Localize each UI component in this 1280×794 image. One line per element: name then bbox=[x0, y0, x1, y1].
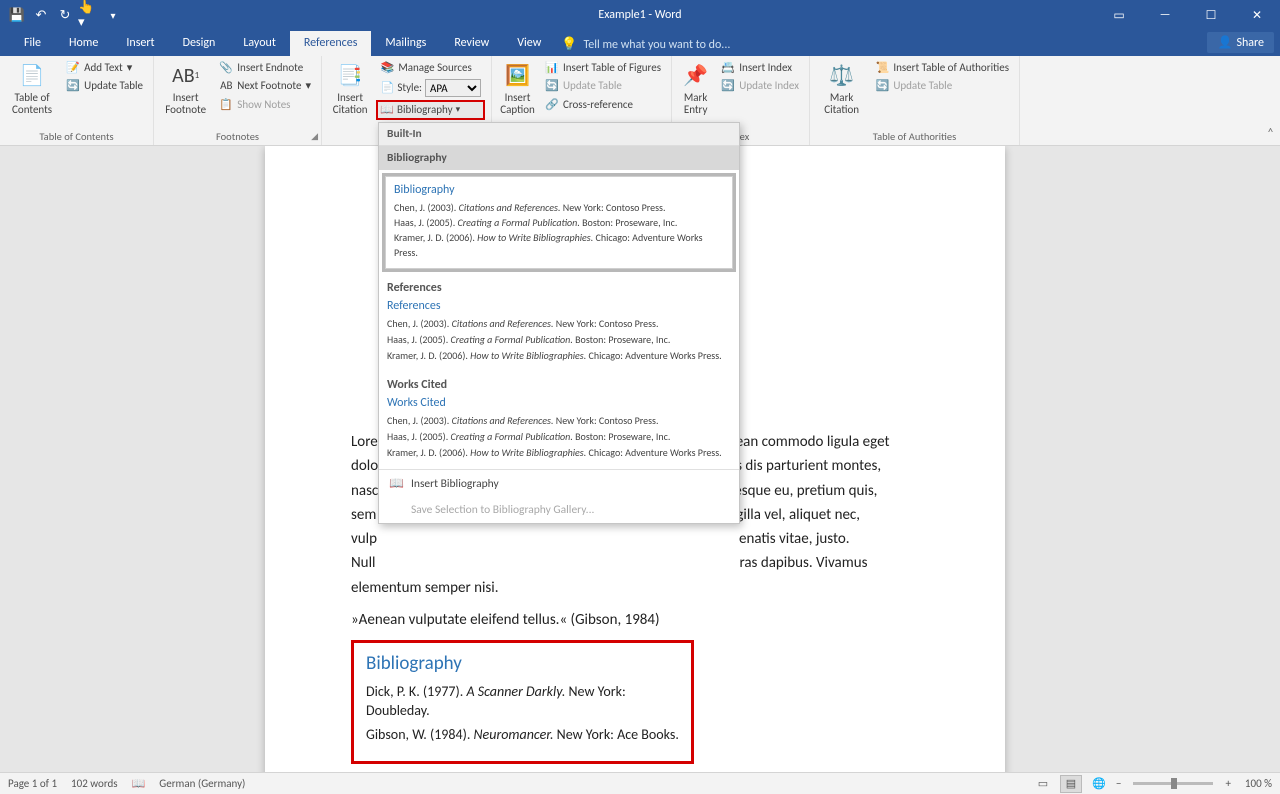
bulb-icon: 💡 bbox=[561, 37, 577, 52]
insert-toa-button[interactable]: 📜Insert Table of Authorities bbox=[871, 60, 1013, 76]
crossref-icon: 🔗 bbox=[545, 98, 559, 112]
ribbon-display-options-icon[interactable]: ▭ bbox=[1096, 0, 1142, 30]
tab-file[interactable]: File bbox=[10, 31, 55, 56]
gallery-footer: 📖 Insert Bibliography Save Selection to … bbox=[379, 469, 739, 523]
zoom-slider[interactable] bbox=[1133, 782, 1213, 785]
mark-entry-icon: 📌 bbox=[682, 62, 710, 90]
mark-citation-icon: ⚖️ bbox=[828, 62, 856, 90]
window-title: Example1 - Word bbox=[598, 8, 681, 22]
insert-bibliography-action[interactable]: 📖 Insert Bibliography bbox=[379, 470, 739, 497]
tab-home[interactable]: Home bbox=[55, 31, 112, 56]
update-tof-icon: 🔄 bbox=[545, 79, 559, 93]
style-icon: 📄 bbox=[380, 81, 394, 95]
update-icon: 🔄 bbox=[66, 79, 80, 93]
web-layout-button[interactable]: 🌐 bbox=[1088, 775, 1110, 793]
tab-insert[interactable]: Insert bbox=[112, 31, 168, 56]
bibliography-icon: 📖 bbox=[380, 103, 394, 116]
tab-mailings[interactable]: Mailings bbox=[371, 31, 440, 56]
footnote-icon: AB1 bbox=[172, 62, 200, 90]
update-toc-button[interactable]: 🔄Update Table bbox=[62, 78, 147, 94]
insert-citation-button[interactable]: 📑 Insert Citation bbox=[328, 60, 372, 116]
gallery-option-works-cited[interactable]: Works Cited Works Cited Chen, J. (2003).… bbox=[379, 372, 739, 469]
insert-tof-button[interactable]: 📊Insert Table of Figures bbox=[541, 60, 665, 76]
update-index-icon: 🔄 bbox=[721, 79, 735, 93]
tab-review[interactable]: Review bbox=[440, 31, 503, 56]
toc-button[interactable]: 📄 Table of Contents bbox=[6, 60, 58, 116]
status-bar: Page 1 of 1 102 words 📖 German (Germany)… bbox=[0, 772, 1280, 794]
next-footnote-icon: AB bbox=[219, 79, 233, 93]
footnotes-dialog-launcher[interactable]: ◢ bbox=[311, 131, 318, 142]
proofing-icon[interactable]: 📖 bbox=[132, 777, 146, 790]
undo-icon[interactable]: ↶ bbox=[30, 4, 52, 26]
next-footnote-button[interactable]: ABNext Footnote ▾ bbox=[215, 78, 315, 94]
quick-access-toolbar: 💾 ↶ ↻ 👆▾ ▾ bbox=[0, 0, 124, 30]
share-icon: 👤 bbox=[1217, 35, 1232, 50]
touch-mode-icon[interactable]: 👆▾ bbox=[78, 4, 100, 26]
style-dropdown[interactable]: APA bbox=[425, 79, 481, 97]
citation-icon: 📑 bbox=[336, 62, 364, 90]
bibliography-button[interactable]: 📖 Bibliography ▾ bbox=[376, 100, 485, 120]
insert-caption-button[interactable]: 🖼️ Insert Caption bbox=[498, 60, 537, 116]
zoom-level[interactable]: 100 % bbox=[1245, 777, 1272, 790]
caption-icon: 🖼️ bbox=[503, 62, 531, 90]
redo-icon[interactable]: ↻ bbox=[54, 4, 76, 26]
tab-view[interactable]: View bbox=[503, 31, 555, 56]
save-icon[interactable]: 💾 bbox=[6, 4, 28, 26]
gallery-header-builtin: Built-In bbox=[379, 123, 739, 146]
tab-references[interactable]: References bbox=[290, 31, 372, 56]
bibliography-block[interactable]: Bibliography Dick, P. K. (1977). A Scann… bbox=[351, 640, 694, 764]
group-toc: 📄 Table of Contents 📝Add Text ▾ 🔄Update … bbox=[0, 56, 154, 145]
page-indicator[interactable]: Page 1 of 1 bbox=[8, 777, 57, 790]
tof-icon: 📊 bbox=[545, 61, 559, 75]
cross-reference-button[interactable]: 🔗Cross-reference bbox=[541, 97, 665, 113]
endnote-icon: 📎 bbox=[219, 61, 233, 75]
add-text-button[interactable]: 📝Add Text ▾ bbox=[62, 60, 147, 76]
tell-me-search[interactable]: 💡 Tell me what you want to do... bbox=[561, 33, 730, 56]
citation-style-select[interactable]: 📄 Style: APA bbox=[376, 78, 485, 98]
show-notes-button[interactable]: 📋Show Notes bbox=[215, 97, 315, 113]
zoom-out-button[interactable]: − bbox=[1116, 777, 1121, 790]
word-count[interactable]: 102 words bbox=[71, 777, 118, 790]
show-notes-icon: 📋 bbox=[219, 98, 233, 112]
insert-index-button[interactable]: 📇Insert Index bbox=[717, 60, 803, 76]
update-toa-button[interactable]: 🔄Update Table bbox=[871, 78, 1013, 94]
mark-citation-button[interactable]: ⚖️ Mark Citation bbox=[816, 60, 867, 116]
tab-layout[interactable]: Layout bbox=[229, 31, 290, 56]
insert-bib-icon: 📖 bbox=[389, 476, 403, 491]
group-footnotes: AB1 Insert Footnote 📎Insert Endnote ABNe… bbox=[154, 56, 322, 145]
language-indicator[interactable]: German (Germany) bbox=[159, 777, 245, 790]
read-mode-button[interactable]: ▭ bbox=[1032, 775, 1054, 793]
zoom-handle[interactable] bbox=[1171, 778, 1177, 789]
ribbon-tabs: File Home Insert Design Layout Reference… bbox=[0, 30, 1280, 56]
manage-sources-button[interactable]: 📚Manage Sources bbox=[376, 60, 485, 76]
manage-sources-icon: 📚 bbox=[380, 61, 394, 75]
toc-icon: 📄 bbox=[18, 62, 46, 90]
title-bar: 💾 ↶ ↻ 👆▾ ▾ Example1 - Word ▭ — ☐ ✕ bbox=[0, 0, 1280, 30]
insert-endnote-button[interactable]: 📎Insert Endnote bbox=[215, 60, 315, 76]
mark-entry-button[interactable]: 📌 Mark Entry bbox=[678, 60, 713, 116]
qat-customize-icon[interactable]: ▾ bbox=[102, 4, 124, 26]
tab-design[interactable]: Design bbox=[169, 31, 230, 56]
close-button[interactable]: ✕ bbox=[1234, 0, 1280, 30]
gallery-section-bibliography: Bibliography bbox=[379, 146, 739, 170]
add-text-icon: 📝 bbox=[66, 61, 80, 75]
group-toa: ⚖️ Mark Citation 📜Insert Table of Author… bbox=[810, 56, 1020, 145]
gallery-option-references[interactable]: References References Chen, J. (2003). C… bbox=[379, 275, 739, 372]
bibliography-gallery: Built-In Bibliography Bibliography Chen,… bbox=[378, 122, 740, 524]
collapse-ribbon-icon[interactable]: ˄ bbox=[1267, 126, 1274, 141]
zoom-in-button[interactable]: + bbox=[1225, 777, 1230, 790]
update-tof-button[interactable]: 🔄Update Table bbox=[541, 78, 665, 94]
update-index-button[interactable]: 🔄Update Index bbox=[717, 78, 803, 94]
print-layout-button[interactable]: ▤ bbox=[1060, 775, 1082, 793]
chevron-down-icon: ▾ bbox=[456, 104, 461, 115]
save-selection-action: Save Selection to Bibliography Gallery..… bbox=[379, 497, 739, 523]
update-toa-icon: 🔄 bbox=[875, 79, 889, 93]
share-button[interactable]: 👤 Share bbox=[1207, 32, 1274, 53]
gallery-option-bibliography[interactable]: Bibliography Chen, J. (2003). Citations … bbox=[385, 176, 733, 269]
insert-footnote-button[interactable]: AB1 Insert Footnote bbox=[160, 60, 211, 116]
minimize-button[interactable]: — bbox=[1142, 0, 1188, 30]
insert-index-icon: 📇 bbox=[721, 61, 735, 75]
maximize-button[interactable]: ☐ bbox=[1188, 0, 1234, 30]
toa-icon: 📜 bbox=[875, 61, 889, 75]
